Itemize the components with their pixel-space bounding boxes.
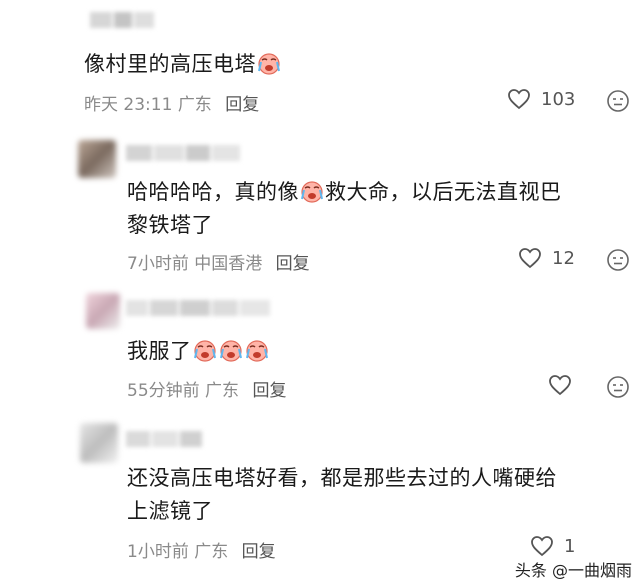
username-blurred[interactable] xyxy=(90,12,154,28)
heart-icon xyxy=(508,89,530,110)
avatar[interactable] xyxy=(78,140,116,178)
reply-button[interactable]: 回复 xyxy=(242,542,276,562)
username-blurred[interactable] xyxy=(126,300,270,316)
emoji-face-icon[interactable] xyxy=(606,248,630,272)
location: 中国香港 xyxy=(194,254,263,274)
crying-emoji-icon xyxy=(258,53,280,75)
emoji-face-icon[interactable] xyxy=(606,89,630,113)
avatar[interactable] xyxy=(86,293,120,329)
heart-icon xyxy=(519,248,541,269)
username-blurred[interactable] xyxy=(126,431,202,447)
comment-body-continued: 救大命，以后无法直视巴 xyxy=(325,180,562,204)
like-button[interactable] xyxy=(548,374,582,396)
location: 广东 xyxy=(205,381,240,401)
like-button[interactable]: 1 xyxy=(530,535,575,557)
username-blurred[interactable] xyxy=(126,145,240,161)
comment-meta: 7小时前 中国香港 回复 xyxy=(127,249,310,274)
like-button[interactable]: 103 xyxy=(507,88,575,110)
comment-text: 我服了 xyxy=(127,335,270,368)
reply-button[interactable]: 回复 xyxy=(252,381,286,401)
comment-body: 我服了 xyxy=(127,339,192,363)
watermark: 头条 @一曲烟雨 xyxy=(514,561,632,580)
crying-emoji-icon xyxy=(301,181,323,203)
comment-body: 像村里的高压电塔 xyxy=(84,52,256,76)
crying-emoji-icon xyxy=(245,340,268,362)
timestamp: 55分钟前 xyxy=(127,381,200,401)
avatar[interactable] xyxy=(14,10,62,58)
comment-text: 哈哈哈哈，真的像 救大命，以后无法直视巴 黎铁塔了 xyxy=(127,176,632,242)
timestamp: 7小时前 xyxy=(127,254,189,274)
like-count: 12 xyxy=(552,247,575,269)
crying-emoji-icon xyxy=(193,340,216,362)
timestamp: 昨天 23:11 xyxy=(84,95,173,115)
like-button[interactable]: 12 xyxy=(518,247,575,269)
comment-body: 哈哈哈哈，真的像 xyxy=(127,180,299,204)
like-count: 1 xyxy=(564,535,576,557)
comment-meta: 55分钟前 广东 回复 xyxy=(127,376,286,401)
heart-icon xyxy=(531,536,553,557)
comment-body: 还没高压电塔好看，都是那些去过的人嘴硬给 xyxy=(127,466,557,490)
timestamp: 1小时前 xyxy=(127,542,189,562)
avatar[interactable] xyxy=(80,423,118,463)
heart-icon xyxy=(549,375,571,396)
reply-button[interactable]: 回复 xyxy=(276,254,310,274)
crying-emoji-icon xyxy=(219,340,242,362)
comment-text: 还没高压电塔好看，都是那些去过的人嘴硬给 上滤镜了 xyxy=(127,462,632,528)
location: 广东 xyxy=(194,542,229,562)
like-count: 103 xyxy=(541,88,576,110)
location: 广东 xyxy=(177,95,212,115)
emoji-face-icon[interactable] xyxy=(606,375,630,399)
comment-text: 像村里的高压电塔 xyxy=(84,48,282,81)
reply-button[interactable]: 回复 xyxy=(225,95,259,115)
comment-meta: 1小时前 广东 回复 xyxy=(127,537,276,562)
comment-body-line2: 黎铁塔了 xyxy=(127,213,213,237)
comment-meta: 昨天 23:11 广东 回复 xyxy=(84,90,259,115)
comment-body-line2: 上滤镜了 xyxy=(127,499,213,523)
